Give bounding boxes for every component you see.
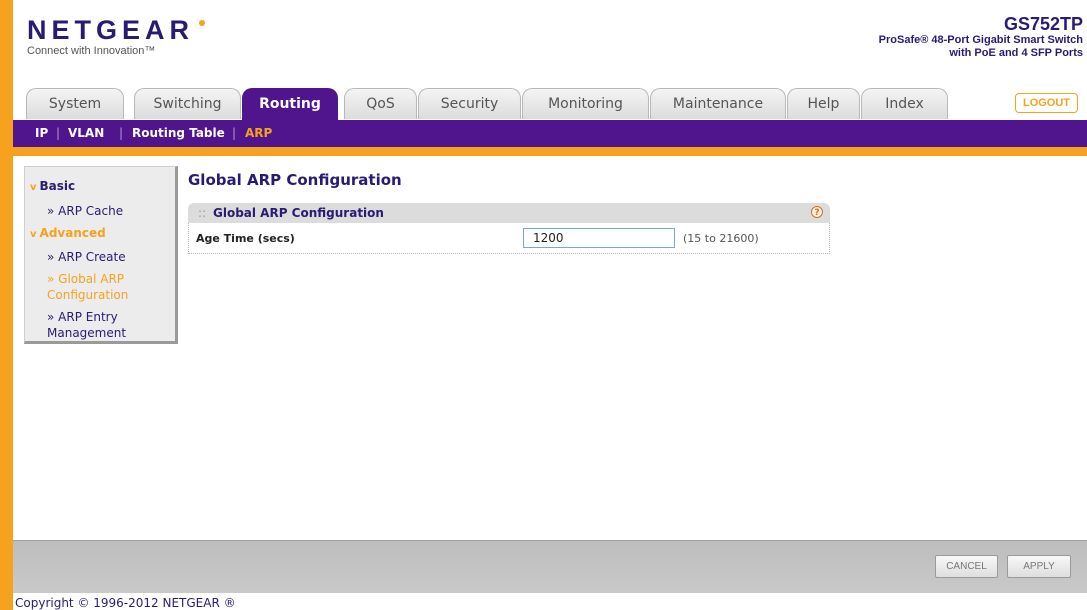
sidebar-item-arp-cache[interactable]: » ARP Cache [47,203,123,219]
sidebar-item-label: Configuration [47,288,129,302]
tab-switching[interactable]: Switching [134,88,241,119]
main-tabs: System Switching Routing QoS Security Mo… [13,88,1087,120]
logout-button[interactable]: LOGOUT [1015,93,1078,113]
subnav-separator: | [232,126,237,140]
sidebar-group-advanced[interactable]: v Advanced [30,226,106,240]
sidebar-item-label: » Global ARP [47,272,125,286]
age-time-input[interactable] [523,228,675,248]
sidebar-group-label: Advanced [39,226,106,240]
page-title: Global ARP Configuration [188,171,402,189]
model-name: GS752TP [1003,14,1083,34]
footer-bar: CANCEL APPLY [13,540,1087,593]
copyright: Copyright © 1996-2012 NETGEAR ® [15,596,236,610]
sidebar-item-label: » ARP Entry [47,310,118,324]
sidebar-group-basic[interactable]: v Basic [30,179,75,193]
subnav-separator: | [119,126,124,140]
model-info: GS752TP ProSafe® 48-Port Gigabit Smart S… [879,14,1083,60]
apply-button[interactable]: APPLY [1007,555,1071,578]
subnav-arp[interactable]: ARP [245,120,272,147]
chevron-down-icon: v [30,182,37,193]
subnav-vlan[interactable]: VLAN [68,120,104,147]
sub-navigation: IP | VLAN | Routing Table | ARP [13,120,1087,147]
tab-help[interactable]: Help [787,88,860,119]
tab-security[interactable]: Security [418,88,521,119]
tab-system[interactable]: System [26,88,124,119]
model-description-line2: with PoE and 4 SFP Ports [949,47,1083,59]
chevron-down-icon: v [30,229,37,240]
tab-monitoring[interactable]: Monitoring [522,88,649,119]
cancel-button[interactable]: CANCEL [935,555,998,578]
panel-header: :: Global ARP Configuration ? [188,203,830,223]
config-panel: :: Global ARP Configuration ? Age Time (… [188,203,830,254]
netgear-logo: NETGEAR Connect with Innovation™ [27,15,205,57]
panel-title: Global ARP Configuration [213,206,384,220]
tab-index[interactable]: Index [861,88,948,119]
model-description-line1: ProSafe® 48-Port Gigabit Smart Switch [878,34,1083,46]
app-frame: NETGEAR Connect with Innovation™ GS752TP… [13,0,1087,610]
subnav-ip[interactable]: IP [35,120,48,147]
age-time-label: Age Time (secs) [196,232,295,245]
tab-maintenance[interactable]: Maintenance [650,88,786,119]
sidebar: v Basic » ARP Cache v Advanced » ARP Creat… [24,166,178,344]
tab-qos[interactable]: QoS [344,88,417,119]
sidebar-item-global-arp-configuration[interactable]: » Global ARP Configuration [47,271,128,303]
subnav-separator: | [56,126,61,140]
help-icon[interactable]: ? [811,206,823,218]
sidebar-group-label: Basic [39,179,76,193]
age-time-row: Age Time (secs) (15 to 21600) [188,223,830,254]
subnav-routing-table[interactable]: Routing Table [132,120,225,147]
sidebar-item-label: Management [47,326,127,340]
header: NETGEAR Connect with Innovation™ GS752TP… [13,0,1087,88]
drag-handle-icon: :: [198,206,207,220]
logo-dot-icon [199,20,205,26]
logo-text: NETGEAR [27,15,195,45]
tab-routing[interactable]: Routing [242,88,338,120]
age-time-range: (15 to 21600) [683,232,759,245]
sidebar-item-arp-entry-management[interactable]: » ARP Entry Management [47,309,126,341]
sidebar-item-arp-create[interactable]: » ARP Create [47,249,126,265]
header-divider [13,147,1087,156]
logo-tagline: Connect with Innovation™ [27,45,156,57]
